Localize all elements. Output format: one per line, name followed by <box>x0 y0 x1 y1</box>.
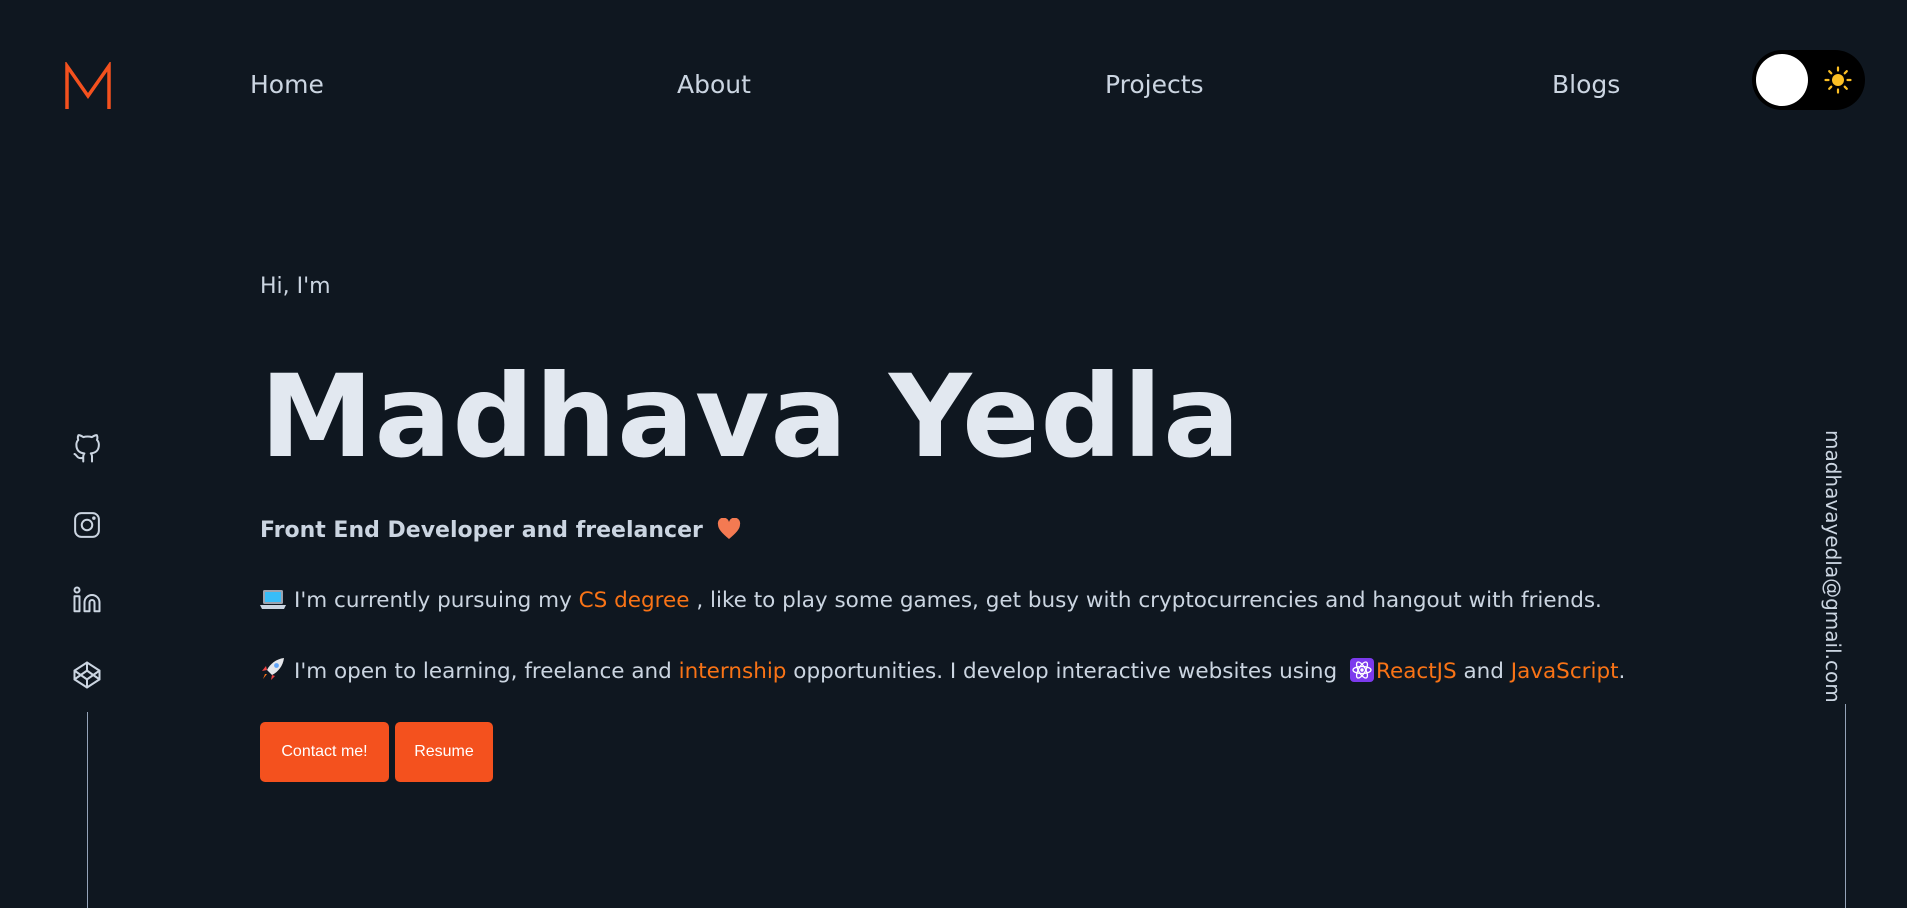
contact-button[interactable]: Contact me! <box>260 722 389 782</box>
page: Home About Projects Blogs madhavayedla@g… <box>0 0 1907 908</box>
nav-home[interactable]: Home <box>250 70 324 99</box>
theme-toggle[interactable] <box>1752 50 1865 110</box>
intro-paragraph-2: I'm open to learning, freelance and inte… <box>260 657 1625 684</box>
heart-icon <box>717 517 740 539</box>
rocket-icon <box>262 658 284 680</box>
intro-paragraph-1: I'm currently pursuing my CS degree , li… <box>260 588 1602 613</box>
javascript-link[interactable]: JavaScript <box>1511 659 1619 684</box>
nav-about[interactable]: About <box>677 70 751 99</box>
toggle-knob <box>1756 54 1808 106</box>
nav-blogs[interactable]: Blogs <box>1552 70 1620 99</box>
cs-degree-link[interactable]: CS degree <box>579 588 690 613</box>
left-divider-line <box>87 712 88 908</box>
email-link[interactable]: madhavayedla@gmail.com <box>1821 430 1845 703</box>
sun-icon <box>1824 66 1852 94</box>
m-logo-icon[interactable] <box>64 62 112 112</box>
nav-projects[interactable]: Projects <box>1105 70 1204 99</box>
greeting: Hi, I'm <box>260 274 331 299</box>
codepen-icon[interactable] <box>72 660 102 690</box>
resume-button[interactable]: Resume <box>395 722 493 782</box>
linkedin-icon[interactable] <box>72 585 102 615</box>
github-icon[interactable] <box>72 434 102 464</box>
role-text: Front End Developer and freelancer <box>260 517 741 543</box>
laptop-icon <box>260 590 286 609</box>
role-label: Front End Developer and freelancer <box>260 518 703 543</box>
hero-name: Madhava Yedla <box>260 350 1241 483</box>
internship-link[interactable]: internship <box>679 659 787 684</box>
instagram-icon[interactable] <box>72 510 102 540</box>
right-divider-line <box>1845 704 1846 908</box>
atom-icon <box>1350 658 1375 682</box>
reactjs-link[interactable]: ReactJS <box>1376 659 1457 684</box>
